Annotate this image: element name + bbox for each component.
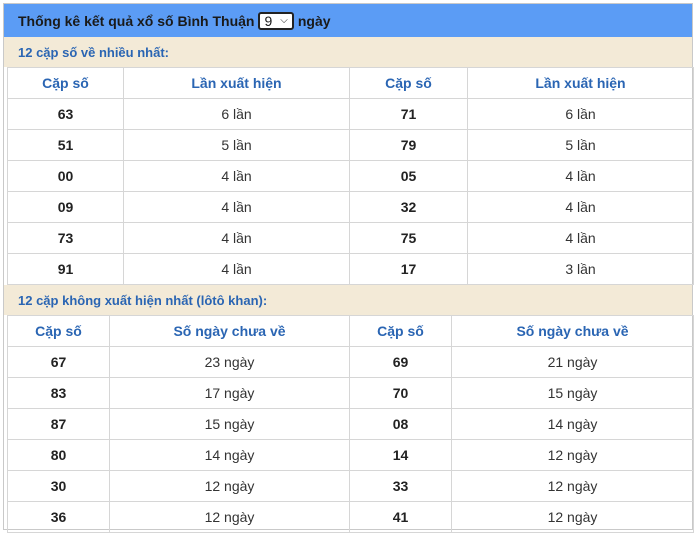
pair-cell: 36: [7, 501, 110, 533]
col-header-count: Lần xuất hiện: [123, 67, 350, 99]
count-cell: 14 ngày: [109, 439, 350, 471]
pair-cell: 70: [349, 377, 452, 409]
count-cell: 17 ngày: [109, 377, 350, 409]
table-row: 63 6 lần 71 6 lần: [7, 98, 694, 130]
count-cell: 4 lần: [123, 191, 350, 223]
table-row: 09 4 lần 32 4 lần: [7, 191, 694, 223]
table-row: 00 4 lần 05 4 lần: [7, 160, 694, 192]
count-cell: 4 lần: [123, 160, 350, 192]
pair-cell: 30: [7, 470, 110, 502]
days-select[interactable]: 9 ⌵: [258, 11, 294, 30]
count-cell: 12 ngày: [451, 470, 694, 502]
table-header-row: Cặp số Lần xuất hiện Cặp số Lần xuất hiệ…: [7, 67, 694, 99]
count-cell: 4 lần: [467, 191, 694, 223]
col-header-pair: Cặp số: [349, 315, 452, 347]
count-cell: 6 lần: [467, 98, 694, 130]
pair-cell: 91: [7, 253, 124, 285]
count-cell: 4 lần: [123, 253, 350, 285]
col-header-pair: Cặp số: [349, 67, 468, 99]
col-header-pair: Cặp số: [7, 67, 124, 99]
pair-cell: 79: [349, 129, 468, 161]
pair-cell: 05: [349, 160, 468, 192]
pair-cell: 67: [7, 346, 110, 378]
col-header-days: Số ngày chưa về: [451, 315, 694, 347]
pair-cell: 32: [349, 191, 468, 223]
count-cell: 5 lần: [467, 129, 694, 161]
pair-cell: 08: [349, 408, 452, 440]
table-row: 67 23 ngày 69 21 ngày: [7, 346, 694, 378]
pair-cell: 63: [7, 98, 124, 130]
count-cell: 15 ngày: [451, 377, 694, 409]
table-row: 36 12 ngày 41 12 ngày: [7, 501, 694, 533]
table-row: 80 14 ngày 14 12 ngày: [7, 439, 694, 471]
header-title: Thống kê kết quả xổ số Bình Thuận: [18, 12, 255, 29]
pair-cell: 69: [349, 346, 452, 378]
table-row: 87 15 ngày 08 14 ngày: [7, 408, 694, 440]
days-select-value: 9: [264, 12, 273, 29]
count-cell: 3 lần: [467, 253, 694, 285]
stats-panel: Thống kê kết quả xổ số Bình Thuận 9 ⌵ ng…: [3, 3, 694, 533]
count-cell: 5 lần: [123, 129, 350, 161]
count-cell: 6 lần: [123, 98, 350, 130]
pair-cell: 17: [349, 253, 468, 285]
pair-cell: 80: [7, 439, 110, 471]
table-row: 51 5 lần 79 5 lần: [7, 129, 694, 161]
table-header-row: Cặp số Số ngày chưa về Cặp số Số ngày ch…: [7, 315, 694, 347]
chevron-down-icon: ⌵: [280, 15, 288, 26]
pair-cell: 33: [349, 470, 452, 502]
table-row: 30 12 ngày 33 12 ngày: [7, 470, 694, 502]
count-cell: 4 lần: [467, 160, 694, 192]
pair-cell: 09: [7, 191, 124, 223]
panel-header: Thống kê kết quả xổ số Bình Thuận 9 ⌵ ng…: [4, 4, 692, 37]
absent-table: Cặp số Số ngày chưa về Cặp số Số ngày ch…: [7, 315, 694, 533]
most-frequent-table: Cặp số Lần xuất hiện Cặp số Lần xuất hiệ…: [7, 67, 694, 285]
pair-cell: 87: [7, 408, 110, 440]
count-cell: 14 ngày: [451, 408, 694, 440]
count-cell: 12 ngày: [451, 501, 694, 533]
count-cell: 4 lần: [467, 222, 694, 254]
pair-cell: 73: [7, 222, 124, 254]
section-most-frequent-title: 12 cặp số về nhiều nhất:: [4, 37, 692, 67]
pair-cell: 75: [349, 222, 468, 254]
pair-cell: 14: [349, 439, 452, 471]
col-header-count: Lần xuất hiện: [467, 67, 694, 99]
col-header-pair: Cặp số: [7, 315, 110, 347]
header-suffix: ngày: [297, 12, 331, 29]
col-header-days: Số ngày chưa về: [109, 315, 350, 347]
count-cell: 4 lần: [123, 222, 350, 254]
count-cell: 12 ngày: [109, 470, 350, 502]
count-cell: 12 ngày: [109, 501, 350, 533]
table-row: 91 4 lần 17 3 lần: [7, 253, 694, 285]
pair-cell: 41: [349, 501, 452, 533]
table-row: 83 17 ngày 70 15 ngày: [7, 377, 694, 409]
section-absent-title: 12 cặp không xuất hiện nhất (lôtô khan):: [4, 285, 692, 315]
pair-cell: 83: [7, 377, 110, 409]
count-cell: 21 ngày: [451, 346, 694, 378]
table-row: 73 4 lần 75 4 lần: [7, 222, 694, 254]
count-cell: 23 ngày: [109, 346, 350, 378]
count-cell: 15 ngày: [109, 408, 350, 440]
pair-cell: 51: [7, 129, 124, 161]
count-cell: 12 ngày: [451, 439, 694, 471]
pair-cell: 00: [7, 160, 124, 192]
pair-cell: 71: [349, 98, 468, 130]
